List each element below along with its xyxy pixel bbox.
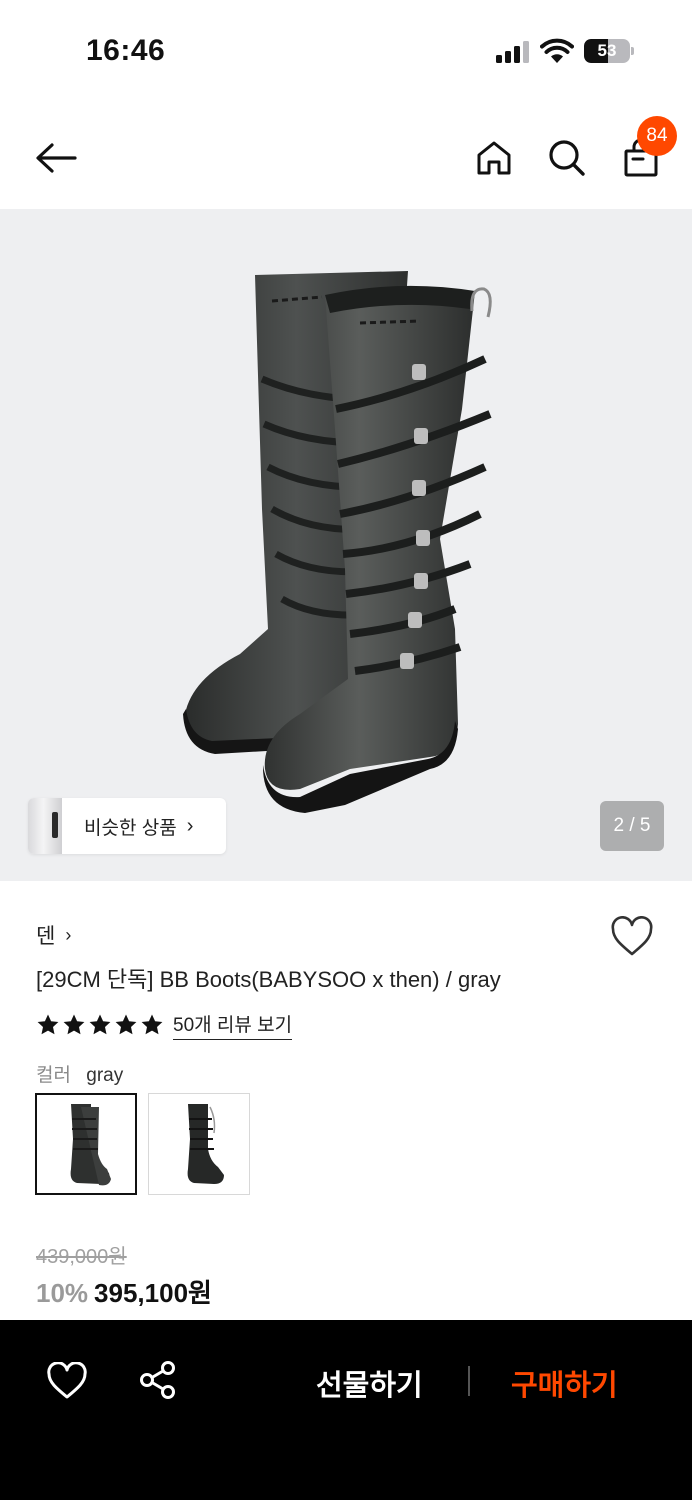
boot-thumbnail bbox=[187, 1104, 224, 1184]
color-swatch[interactable] bbox=[148, 1093, 250, 1195]
search-icon bbox=[549, 140, 585, 176]
top-nav bbox=[0, 110, 692, 206]
gift-button[interactable]: 선물하기 bbox=[316, 1362, 423, 1404]
product-image-boots bbox=[183, 271, 492, 813]
product-title: [29CM 단독] BB Boots(BABYSOO x then) / gra… bbox=[36, 967, 501, 992]
similar-products-label: 비슷한 상품 bbox=[84, 817, 177, 839]
chevron-right-icon: › bbox=[186, 814, 194, 837]
battery-level: 53 bbox=[597, 41, 617, 60]
status-bar: 16:46 53 bbox=[0, 0, 692, 100]
status-time: 16:46 bbox=[86, 34, 166, 67]
bottom-action-bar: 선물하기 구매하기 bbox=[0, 1320, 692, 1500]
star-icon bbox=[115, 1014, 137, 1035]
price-row: 10% 395,100원 bbox=[36, 1273, 212, 1310]
rating-stars bbox=[36, 1013, 164, 1037]
discount-rate: 10% bbox=[36, 1278, 89, 1308]
chevron-right-icon: › bbox=[65, 924, 72, 945]
review-link[interactable]: 50개 리뷰 보기 bbox=[173, 1010, 293, 1040]
sale-price: 395,100원 bbox=[94, 1278, 212, 1308]
star-icon bbox=[37, 1014, 59, 1035]
buy-button[interactable]: 구매하기 bbox=[511, 1362, 618, 1404]
back-button[interactable] bbox=[32, 134, 80, 182]
home-button[interactable] bbox=[470, 134, 518, 182]
share-icon[interactable] bbox=[138, 1360, 178, 1400]
wifi-icon bbox=[540, 38, 574, 63]
battery-icon: 53 bbox=[584, 39, 634, 63]
brand-link[interactable]: 덴 › bbox=[36, 920, 71, 950]
color-value: gray bbox=[86, 1065, 124, 1086]
divider bbox=[468, 1366, 470, 1396]
cellular-signal-icon bbox=[496, 41, 529, 63]
similar-product-thumbnail bbox=[28, 798, 62, 854]
heart-icon[interactable] bbox=[46, 1362, 88, 1400]
boot-thumbnail bbox=[70, 1104, 111, 1186]
similar-products-button[interactable]: 비슷한 상품 › bbox=[28, 798, 226, 854]
star-icon bbox=[63, 1014, 85, 1035]
product-image-carousel[interactable]: 비슷한 상품 › 2 / 5 bbox=[0, 209, 692, 881]
original-price: 439,000원 bbox=[36, 1246, 127, 1268]
image-page-indicator: 2 / 5 bbox=[600, 801, 664, 851]
cart-count-badge: 84 bbox=[637, 116, 677, 156]
star-icon bbox=[89, 1014, 111, 1035]
brand-name: 덴 bbox=[36, 925, 56, 948]
heart-icon[interactable] bbox=[610, 916, 654, 958]
home-icon bbox=[477, 141, 511, 175]
color-swatch-selected[interactable] bbox=[35, 1093, 137, 1195]
color-label: 컬러 bbox=[36, 1065, 71, 1086]
star-icon bbox=[141, 1014, 163, 1035]
search-button[interactable] bbox=[543, 134, 591, 182]
color-option-row: 컬러 gray bbox=[36, 1060, 123, 1087]
back-arrow-icon bbox=[36, 143, 77, 173]
rating-row: 50개 리뷰 보기 bbox=[36, 1010, 293, 1040]
